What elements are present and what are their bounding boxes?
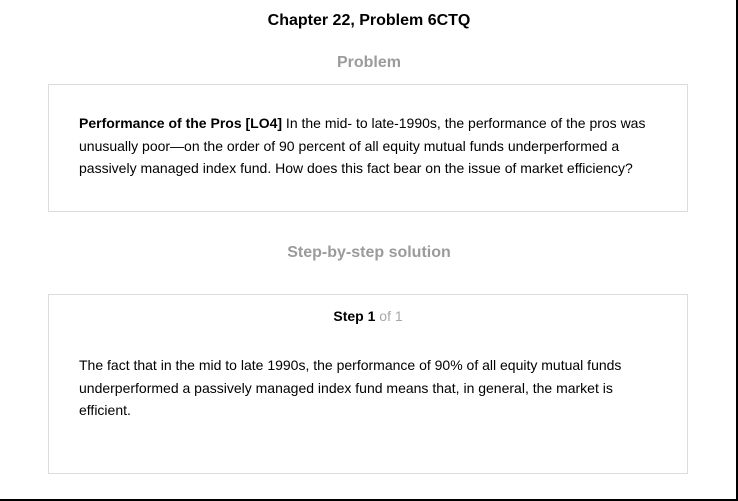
solution-card: Step 1 of 1 The fact that in the mid to …	[48, 294, 688, 474]
problem-title: Performance of the Pros [LO4]	[79, 115, 283, 131]
solution-text: The fact that in the mid to late 1990s, …	[79, 357, 622, 418]
step-indicator: Step 1 of 1	[49, 308, 687, 324]
page-title: Chapter 22, Problem 6CTQ	[267, 12, 471, 29]
problem-heading: Problem	[336, 54, 401, 71]
step-label: Step	[333, 308, 364, 324]
solution-heading: Step-by-step solution	[287, 244, 451, 261]
problem-card: Performance of the Pros [LO4] In the mid…	[48, 84, 688, 212]
step-total: of 1	[375, 308, 403, 324]
problem-text: Performance of the Pros [LO4] In the mid…	[79, 112, 659, 180]
